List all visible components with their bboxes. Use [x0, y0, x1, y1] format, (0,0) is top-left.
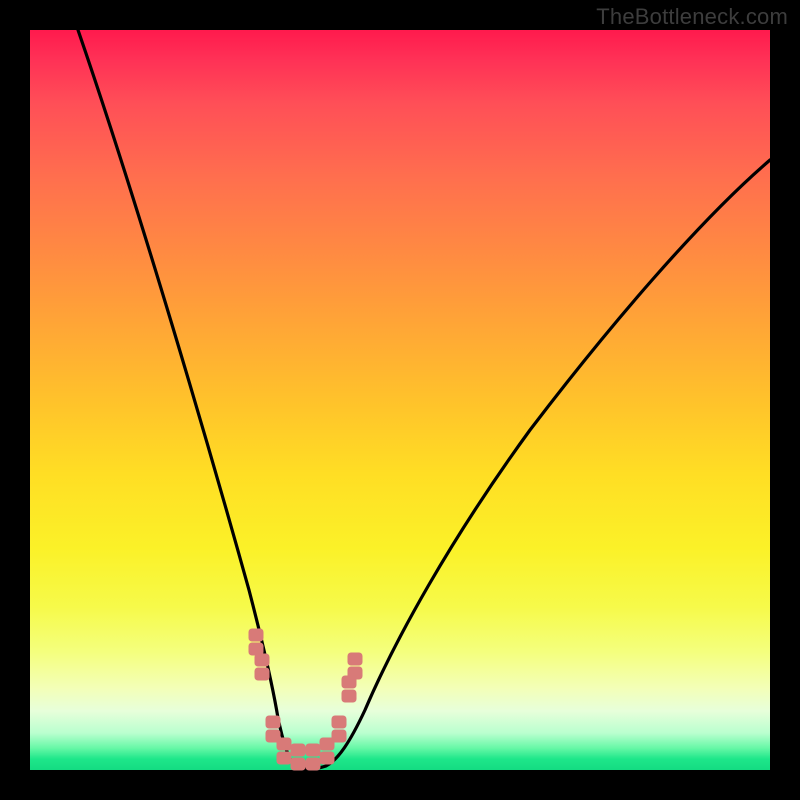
bottleneck-curve [78, 30, 770, 769]
marker [348, 653, 362, 679]
marker [277, 738, 291, 764]
marker [332, 716, 346, 742]
marker [320, 738, 334, 764]
marker [342, 676, 356, 702]
watermark-text: TheBottleneck.com [596, 4, 788, 30]
chart-svg [30, 30, 770, 770]
chart-frame: TheBottleneck.com [0, 0, 800, 800]
marker [306, 744, 320, 770]
marker [291, 744, 305, 770]
